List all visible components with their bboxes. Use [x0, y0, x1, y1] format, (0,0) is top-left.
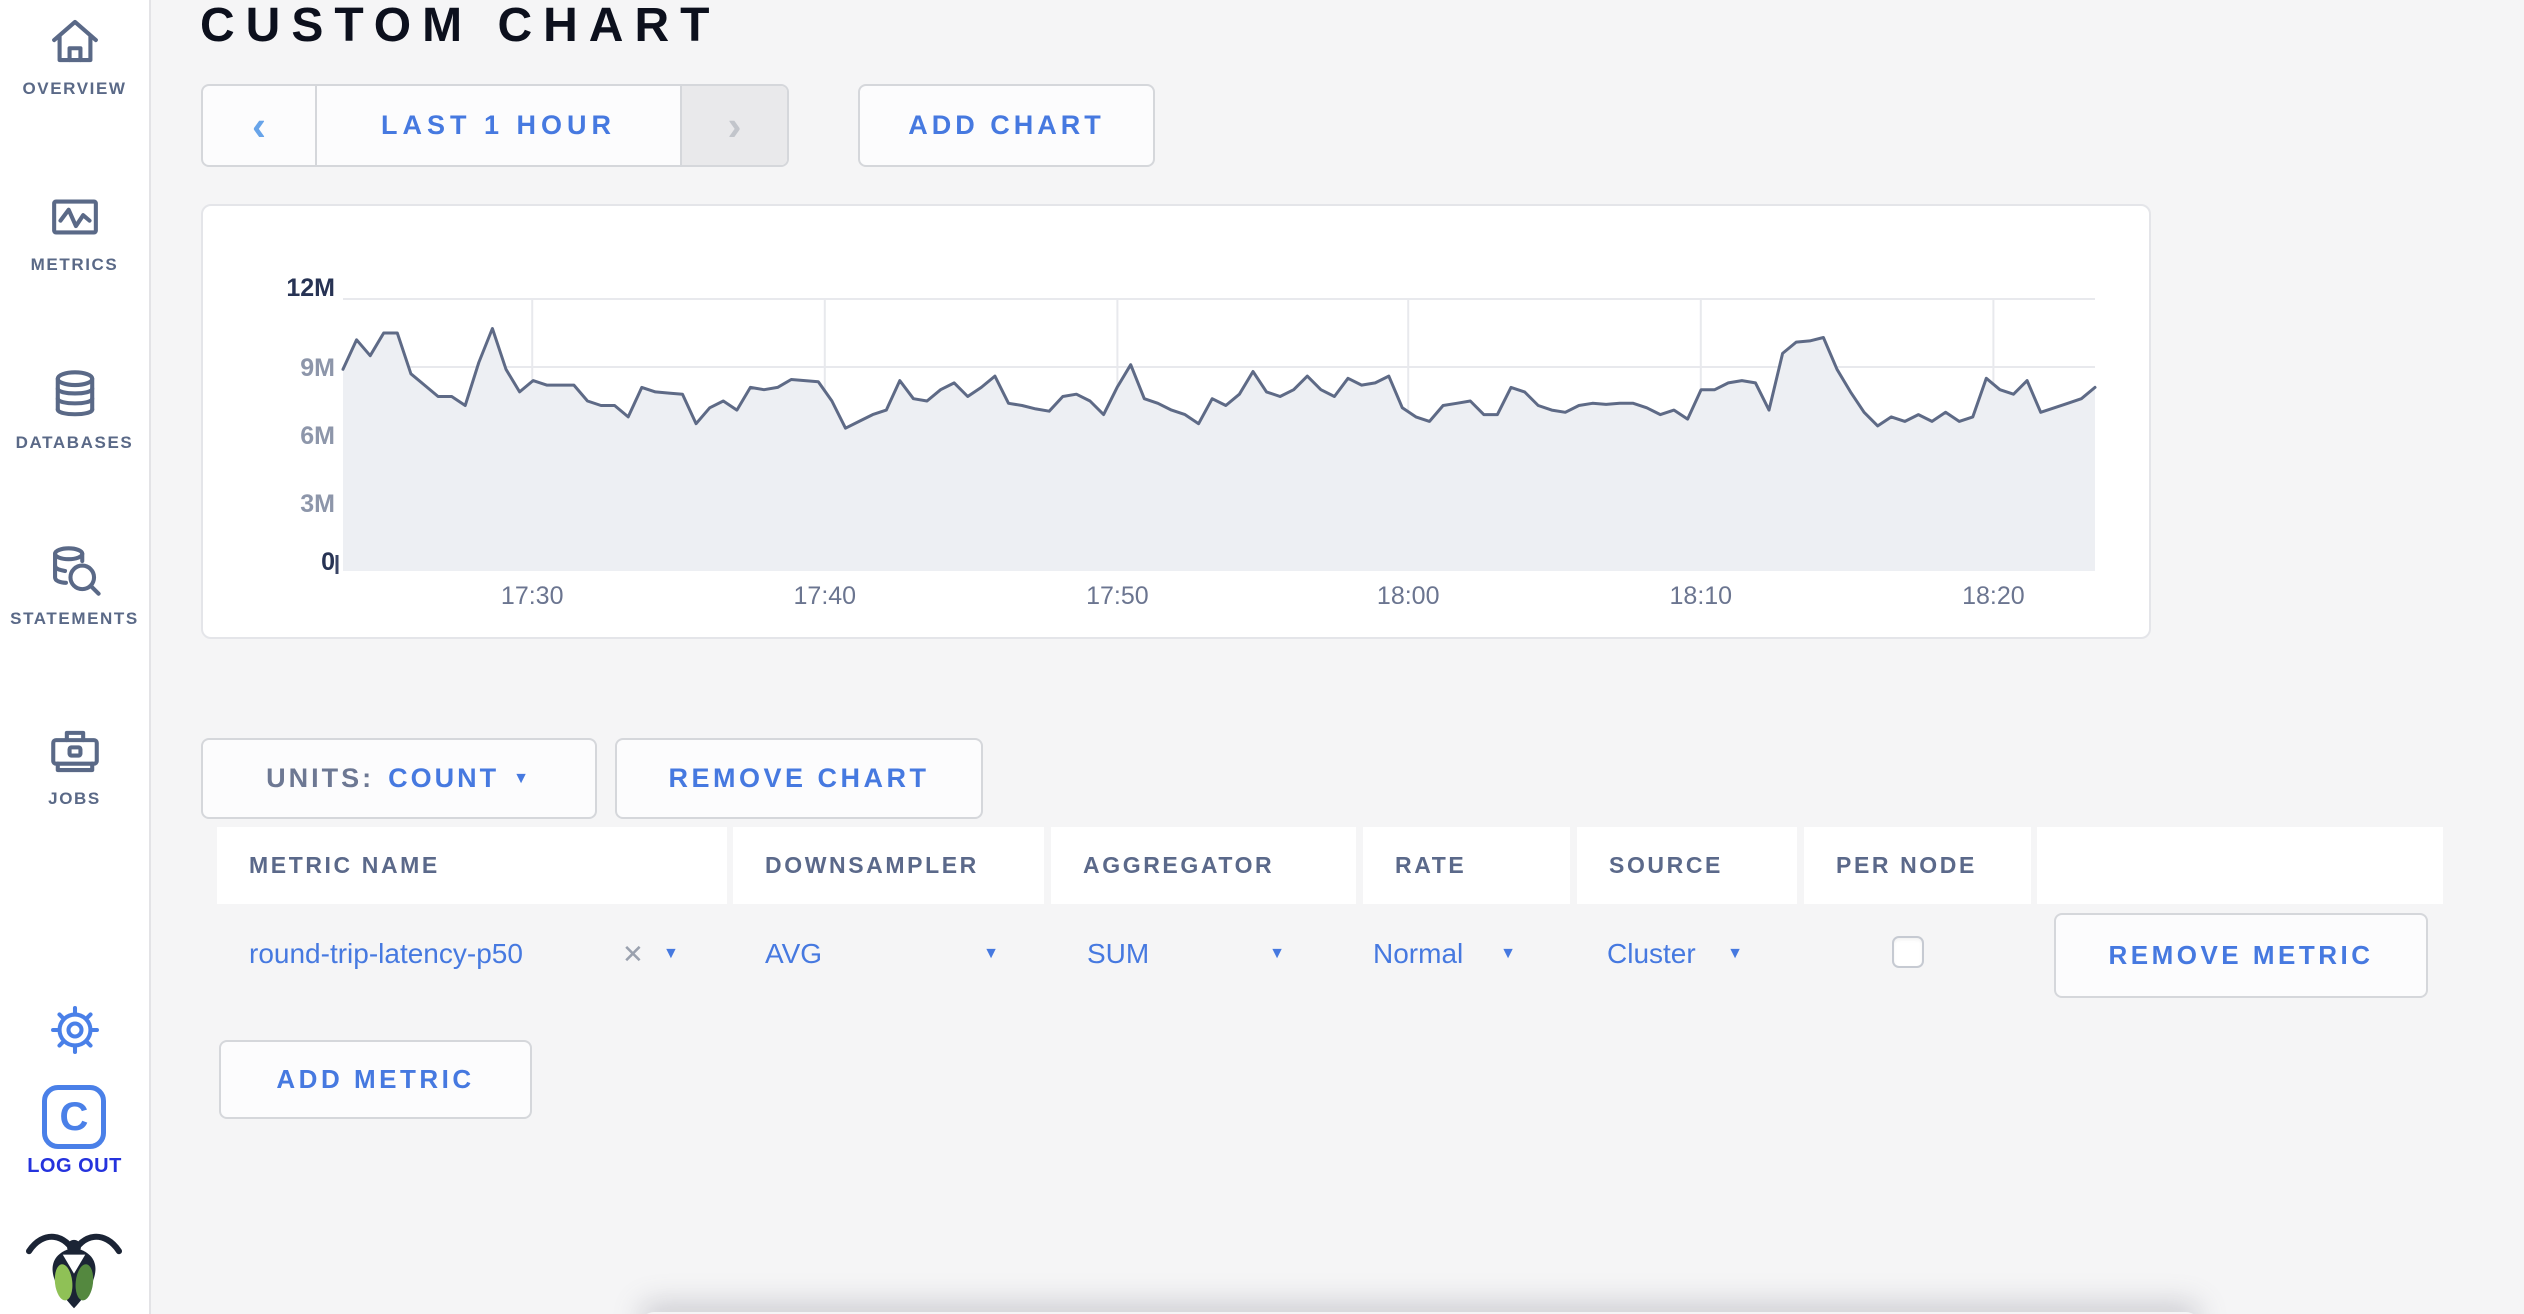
- units-label: UNITS:: [266, 763, 375, 793]
- chevron-down-icon: ▼: [1269, 945, 1285, 962]
- chevron-down-icon: ▼: [663, 945, 679, 962]
- sidebar-item-databases[interactable]: DATABASES: [0, 366, 149, 453]
- x-axis-label: 17:50: [1086, 582, 1149, 610]
- col-header-actions: [2037, 827, 2443, 904]
- per-node-checkbox[interactable]: [1892, 936, 1924, 968]
- chevron-down-icon: ▼: [513, 769, 532, 787]
- cockroach-bug-icon: [25, 1233, 123, 1309]
- units-value: COUNT: [388, 763, 500, 793]
- metric-name-dropdown-caret[interactable]: ▼: [663, 908, 679, 1000]
- home-icon: [51, 19, 98, 63]
- jobs-icon: [50, 730, 99, 773]
- col-header-aggregator: AGGREGATOR: [1051, 827, 1356, 904]
- custom-chart-page: OVERVIEW METRICS DATABASES STATEMENTS JO…: [0, 0, 2524, 1314]
- y-axis-label: 3M: [300, 490, 335, 518]
- sidebar-item-label: STATEMENTS: [10, 609, 139, 628]
- y-axis-label: 9M: [300, 354, 335, 382]
- time-range-label: LAST 1 HOUR: [380, 110, 616, 140]
- col-header-per-node: PER NODE: [1804, 827, 2031, 904]
- x-axis-label: 17:30: [501, 582, 564, 610]
- sidebar-item-statements[interactable]: STATEMENTS: [0, 542, 149, 629]
- chevron-down-icon: ▼: [983, 945, 999, 962]
- chevron-down-icon: ▼: [1500, 945, 1516, 962]
- add-metric-button[interactable]: ADD METRIC: [219, 1040, 532, 1119]
- y-axis-label: 0: [321, 548, 335, 576]
- time-range-prev-button[interactable]: ‹: [203, 86, 315, 165]
- sidebar-item-jobs[interactable]: JOBS: [0, 722, 149, 809]
- page-title: CUSTOM CHART: [200, 0, 721, 52]
- add-chart-button[interactable]: ADD CHART: [858, 84, 1155, 167]
- remove-chart-button[interactable]: REMOVE CHART: [615, 738, 983, 819]
- y-axis-label: 6M: [300, 422, 335, 450]
- metrics-icon: [51, 199, 98, 235]
- cockroach-c-icon: C: [59, 1094, 89, 1139]
- rate-dropdown[interactable]: Normal ▼: [1373, 908, 1516, 1000]
- chevron-down-icon: ▼: [1727, 945, 1743, 962]
- settings-button[interactable]: [0, 1004, 149, 1056]
- units-dropdown[interactable]: UNITS: COUNT ▼: [201, 738, 597, 819]
- x-axis-label: 18:00: [1377, 582, 1440, 610]
- chevron-right-icon: ›: [727, 101, 742, 149]
- col-header-source: SOURCE: [1577, 827, 1797, 904]
- col-header-rate: RATE: [1363, 827, 1570, 904]
- sidebar-item-metrics[interactable]: METRICS: [0, 188, 149, 275]
- sidebar-item-overview[interactable]: OVERVIEW: [0, 12, 149, 99]
- sidebar-item-label: METRICS: [30, 255, 119, 274]
- sidebar: OVERVIEW METRICS DATABASES STATEMENTS JO…: [0, 0, 151, 1314]
- logout-button[interactable]: C: [42, 1085, 106, 1149]
- chevron-left-icon: ‹: [252, 101, 266, 149]
- time-range-dropdown[interactable]: LAST 1 HOUR: [315, 86, 680, 165]
- clear-icon: ✕: [622, 938, 644, 969]
- y-axis-label: 12M: [286, 274, 335, 302]
- downsampler-dropdown[interactable]: AVG ▼: [765, 908, 999, 1000]
- sidebar-item-label: JOBS: [48, 789, 101, 808]
- databases-icon: [55, 370, 94, 417]
- col-header-downsampler: DOWNSAMPLER: [733, 827, 1044, 904]
- chart-panel: 0 3M 6M 9M 12M 17:30 17:40 17:50 18:00 18:10 18:20: [201, 204, 2151, 639]
- remove-metric-button[interactable]: REMOVE METRIC: [2054, 913, 2428, 998]
- time-range-next-button[interactable]: ›: [680, 86, 787, 165]
- gear-icon: [50, 1006, 99, 1054]
- statements-icon: [52, 546, 101, 596]
- chart-area-fill: [343, 328, 2095, 571]
- x-axis-label: 17:40: [794, 582, 857, 610]
- custom-chart-svg: 0 3M 6M 9M 12M 17:30 17:40 17:50 18:00 18:10 18:20: [286, 274, 2097, 610]
- sidebar-item-label: DATABASES: [15, 433, 134, 452]
- aggregator-dropdown[interactable]: SUM ▼: [1087, 908, 1285, 1000]
- time-range-selector: ‹ LAST 1 HOUR ›: [201, 84, 789, 167]
- x-axis-label: 18:10: [1670, 582, 1733, 610]
- logout-label[interactable]: LOG OUT: [0, 1155, 149, 1178]
- x-axis-label: 18:20: [1962, 582, 2025, 610]
- sidebar-item-label: OVERVIEW: [22, 79, 127, 98]
- clear-metric-button[interactable]: ✕: [622, 908, 644, 1000]
- source-dropdown[interactable]: Cluster ▼: [1607, 908, 1743, 1000]
- metric-name-value[interactable]: round-trip-latency-p50: [249, 908, 523, 1000]
- col-header-metric-name: METRIC NAME: [217, 827, 727, 904]
